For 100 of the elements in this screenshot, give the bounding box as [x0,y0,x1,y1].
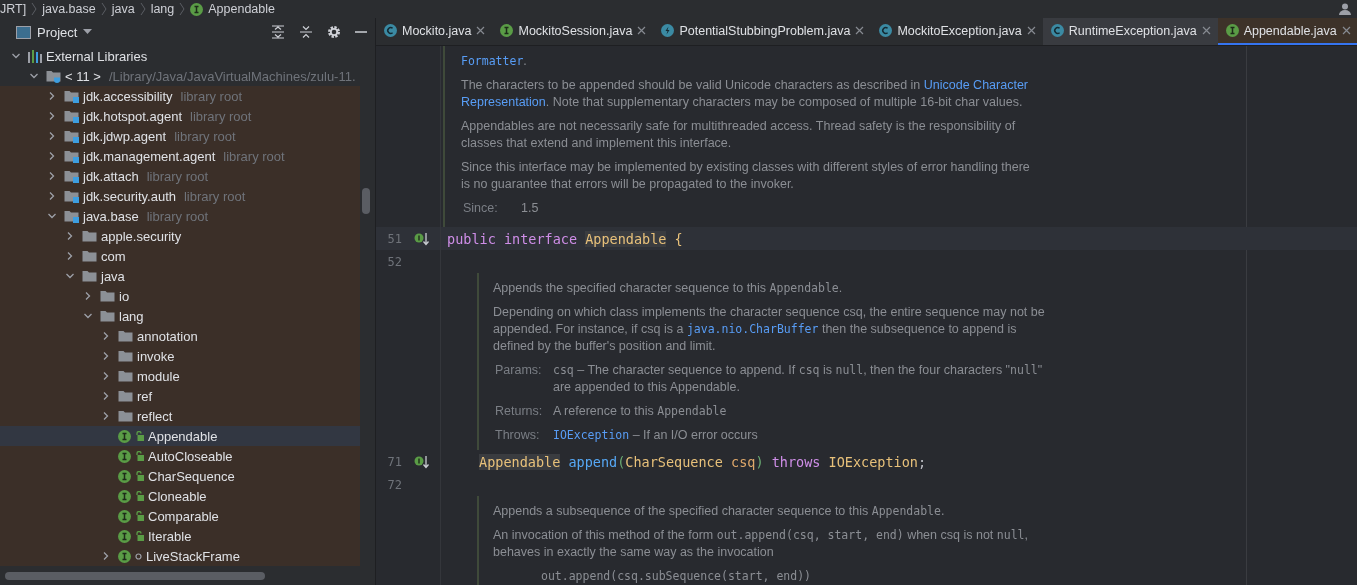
tree-item-note: library root [223,148,285,164]
doc-tag-label: Since: [462,200,499,217]
chevron-down-icon[interactable] [65,271,75,281]
panel-title[interactable]: Project [37,24,78,40]
scrollbar-thumb[interactable] [5,572,265,580]
editor-tab[interactable]: Mockito.java [376,18,493,45]
doc-paragraph: Appends the specified character sequence to this Appendable. [493,280,844,297]
tree-item[interactable]: < 11 > /Library/Java/JavaVirtualMachines/zulu-11. [0,66,360,86]
close-icon[interactable] [855,26,865,35]
tree-item[interactable]: LiveStackFrame [0,546,360,566]
doc-paragraph: Appends a subsequence of the specified character sequence to this Appendable. [493,503,946,520]
breadcrumb[interactable]: lang [150,2,175,16]
doc-paragraph: Since this interface may be implemented by existing classes with different styles of error handling there is no guarantee that errors will be propagated to the invoker. [461,159,1030,193]
tree-item[interactable]: External Libraries [0,46,360,66]
doc-tag-text: 1.5 [521,200,539,217]
doc-link[interactable]: IOException [553,428,630,442]
tree-item[interactable]: lang [0,306,360,326]
separator-icon [31,2,38,16]
tree-item[interactable]: ref [0,386,360,406]
interface-icon [500,24,514,37]
tree-item[interactable]: invoke [0,346,360,366]
tree-item[interactable]: java [0,266,360,286]
chevron-down-icon[interactable] [83,311,93,321]
lightning-icon [661,24,675,37]
collapse-all-icon[interactable] [299,25,313,39]
breadcrumb[interactable]: java.base [42,2,96,16]
tree-item[interactable]: jdk.attach library root [0,166,360,186]
expand-all-icon[interactable] [271,25,285,39]
tree-item[interactable]: jdk.jdwp.agent library root [0,126,360,146]
chevron-right-icon[interactable] [101,551,111,561]
editor-tab[interactable]: MockitoException.java [871,18,1043,45]
line-number: 71 [386,454,402,469]
doc-code-line: out.append(csq.subSequence(start, end)) [540,568,813,585]
tree-item-label: module [137,368,180,384]
tree-item[interactable]: jdk.security.auth library root [0,186,360,206]
tree-item[interactable]: AutoCloseable [0,446,360,466]
tree-item[interactable]: annotation [0,326,360,346]
chevron-down-icon[interactable] [47,211,57,221]
chevron-right-icon[interactable] [83,291,93,301]
class-icon [879,24,893,37]
folder-icon [82,249,97,263]
close-icon[interactable] [637,26,647,35]
lock-icon [135,431,144,441]
close-icon[interactable] [1201,26,1211,35]
tree-item-label: java.base [83,208,139,224]
tree-item[interactable]: jdk.management.agent library root [0,146,360,166]
tree-item[interactable]: com [0,246,360,266]
breadcrumb[interactable]: JRT] [0,2,27,16]
tree-item[interactable]: module [0,366,360,386]
doc-tag-text: csq – The character sequence to append. If csq is null, then the four characters "null" are appended to this Appendable. [553,362,1043,396]
folder-icon [64,189,79,203]
tree-item-note: library root [183,188,246,204]
folder-icon [64,169,79,183]
doc-tag-label: Returns: [494,403,544,420]
folder-icon [118,349,133,363]
lock-icon [135,451,144,461]
interface-icon [118,529,131,543]
caret-icon[interactable] [83,29,93,35]
doc-link[interactable]: Unicode Character [923,78,1028,92]
editor-tab[interactable]: MockitoSession.java [492,18,654,45]
tree-item[interactable]: reflect [0,406,360,426]
minimize-icon[interactable] [355,30,367,34]
tree-item[interactable]: java.base library root [0,206,360,226]
tree-item-note: library root [190,108,252,124]
implemented-marker-icon[interactable] [414,454,430,469]
tree-item[interactable]: jdk.hotspot.agent library root [0,106,360,126]
close-icon[interactable] [1026,26,1036,35]
interface-icon [118,489,131,503]
close-icon[interactable] [476,26,486,35]
doc-paragraph: Formatter. [461,53,528,70]
doc-link[interactable]: Formatter [461,54,524,68]
tree-item[interactable]: Cloneable [0,486,360,506]
doc-link[interactable]: java.nio.CharBuffer [686,322,819,336]
tree-item[interactable]: io [0,286,360,306]
implemented-marker-icon[interactable] [414,231,430,246]
settings-icon[interactable] [327,25,341,39]
tree-item[interactable]: CharSequence [0,466,360,486]
scrollbar-thumb[interactable] [362,188,370,214]
separator-icon [100,2,107,16]
tree-item[interactable]: jdk.accessibility library root [0,86,360,106]
tree-item[interactable]: Appendable [0,426,360,446]
breadcrumb[interactable]: Appendable [190,2,275,16]
line-number: 72 [386,477,402,492]
breadcrumb[interactable]: java [111,2,135,16]
tree-item-note: /Library/Java/JavaVirtualMachines/zulu-11. [108,68,356,84]
line-number: 51 [386,231,402,246]
editor-tab[interactable]: PotentialStubbingProblem.java [653,18,872,45]
tree-item[interactable]: Comparable [0,506,360,526]
editor-tab[interactable]: RuntimeException.java [1042,18,1218,45]
folder-icon [64,149,79,163]
folder-icon [100,309,115,323]
tree-item[interactable]: Iterable [0,526,360,546]
editor-tab[interactable]: Appendable.java [1217,18,1357,45]
doc-tag-label: Throws: [494,427,541,444]
person-icon[interactable] [1339,3,1351,15]
doc-link[interactable]: Representation [461,95,546,109]
tree-item[interactable]: apple.security [0,226,360,246]
folder-icon [64,109,79,123]
close-icon[interactable] [1341,26,1351,35]
interface-icon [190,2,204,16]
